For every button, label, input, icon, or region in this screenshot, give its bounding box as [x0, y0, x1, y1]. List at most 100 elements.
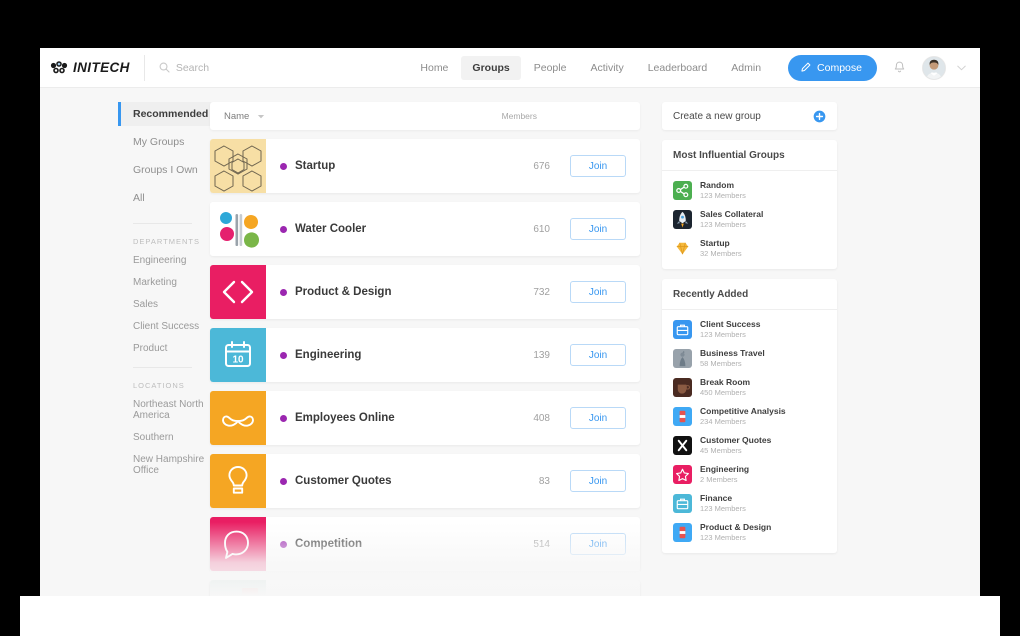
- avatar[interactable]: [922, 55, 946, 80]
- status-dot: [280, 288, 287, 296]
- group-name: Water Cooler: [295, 223, 367, 235]
- sidebar-heading-departments: DEPARTMENTS: [133, 237, 200, 246]
- table-row[interactable]: Water Cooler 610 Join: [210, 202, 640, 256]
- join-button[interactable]: Join: [570, 533, 626, 555]
- soda-can-icon: [673, 406, 692, 426]
- item-text: Product & Design 123 Members: [700, 522, 771, 542]
- status-dot: [280, 225, 287, 233]
- list-item[interactable]: Sales Collateral 123 Members: [673, 209, 826, 229]
- table-row[interactable]: Join: [210, 580, 640, 596]
- list-item[interactable]: Competitive Analysis 234 Members: [673, 406, 826, 426]
- group-icon-employees-online: [210, 391, 266, 445]
- group-icon-customer-quotes: [673, 435, 692, 455]
- group-icon-business-travel: [673, 348, 692, 368]
- speech-bubble-icon: [210, 517, 266, 571]
- sidebar-item-southern[interactable]: Southern: [118, 432, 210, 443]
- nav-item-leaderboard[interactable]: Leaderboard: [637, 56, 719, 80]
- group-name: Product & Design: [700, 522, 772, 532]
- join-button[interactable]: Join: [570, 407, 626, 429]
- member-count: 450 Members: [700, 387, 746, 397]
- briefcase-icon: [673, 493, 692, 513]
- caret-down-icon[interactable]: [257, 114, 265, 119]
- sidebar-item-groups-i-own[interactable]: Groups I Own: [118, 158, 210, 182]
- list-item[interactable]: Random 123 Members: [673, 180, 826, 200]
- sidebar-item-product[interactable]: Product: [118, 343, 210, 354]
- account-menu-button[interactable]: [955, 63, 968, 73]
- group-name: Competitive Analysis: [700, 406, 786, 416]
- right-sidebar: Create a new group Most Influential Grou…: [662, 102, 837, 596]
- influential-list: Random 123 Members Sales Collateral 123 …: [662, 171, 837, 269]
- row-content: Water Cooler 610: [266, 202, 550, 256]
- list-item[interactable]: Customer Quotes 45 Members: [673, 435, 826, 455]
- sidebar-item-northeast-north-america[interactable]: Northeast North America: [118, 399, 210, 421]
- sidebar-item-all[interactable]: All: [118, 186, 210, 210]
- item-text: Break Room 450 Members: [700, 377, 750, 397]
- group-icon-random: [673, 180, 692, 200]
- list-item[interactable]: Business Travel 58 Members: [673, 348, 826, 368]
- hexagons-icon: [210, 139, 266, 193]
- row-content: [266, 580, 550, 596]
- pencil-icon: [801, 62, 811, 72]
- list-item[interactable]: Product & Design 123 Members: [673, 522, 826, 542]
- member-count: 123 Members: [700, 219, 746, 229]
- petals-icon: [210, 202, 266, 256]
- panel-title-influential: Most Influential Groups: [662, 140, 837, 171]
- search-input[interactable]: [175, 61, 326, 74]
- group-icon-water-cooler: [210, 202, 266, 256]
- row-content: Employees Online 408: [266, 391, 550, 445]
- nav-item-admin[interactable]: Admin: [720, 56, 772, 80]
- sidebar-item-my-groups[interactable]: My Groups: [118, 130, 210, 154]
- sidebar-item-marketing[interactable]: Marketing: [118, 277, 210, 288]
- table-row[interactable]: Customer Quotes 83 Join: [210, 454, 640, 508]
- sidebar-item-sales[interactable]: Sales: [118, 299, 210, 310]
- group-rows: Startup 676 Join Water Cooler 610 Join P…: [210, 139, 640, 596]
- list-item[interactable]: Startup 32 Members: [673, 238, 826, 258]
- nav-item-groups[interactable]: Groups: [461, 55, 521, 80]
- list-item[interactable]: Finance 123 Members: [673, 493, 826, 513]
- status-dot: [280, 540, 287, 548]
- search-box[interactable]: [143, 54, 344, 81]
- group-name: Startup: [295, 160, 336, 172]
- list-item[interactable]: Break Room 450 Members: [673, 377, 826, 397]
- sidebar-item-new-hampshire-office[interactable]: New Hampshire Office: [118, 454, 210, 476]
- sidebar-item-client-success[interactable]: Client Success: [118, 321, 210, 332]
- column-header-name[interactable]: Name: [224, 111, 249, 122]
- status-dot: [280, 414, 287, 422]
- group-name: Finance: [700, 493, 733, 503]
- member-count: 123 Members: [700, 532, 746, 542]
- nav-item-home[interactable]: Home: [409, 56, 459, 80]
- join-button[interactable]: Join: [570, 281, 626, 303]
- join-button[interactable]: Join: [570, 470, 626, 492]
- create-new-group-button[interactable]: Create a new group: [662, 102, 837, 130]
- soda-can-icon: [673, 522, 692, 542]
- table-row[interactable]: Startup 676 Join: [210, 139, 640, 193]
- brand-logo[interactable]: INITECH: [50, 60, 144, 75]
- join-button[interactable]: Join: [570, 155, 626, 177]
- notifications-button[interactable]: [891, 59, 908, 77]
- table-row[interactable]: 10 Engineering 139 Join: [210, 328, 640, 382]
- table-row[interactable]: Product & Design 732 Join: [210, 265, 640, 319]
- plus-circle-icon[interactable]: [813, 110, 826, 123]
- sidebar-item-engineering[interactable]: Engineering: [118, 255, 210, 266]
- table-row[interactable]: Employees Online 408 Join: [210, 391, 640, 445]
- briefcase-icon: [673, 319, 692, 339]
- item-text: Finance 123 Members: [700, 493, 746, 513]
- nav-item-people[interactable]: People: [523, 56, 578, 80]
- group-icon-product-design: [673, 522, 692, 542]
- compose-button[interactable]: Compose: [788, 54, 877, 81]
- app-window: INITECH Home Groups People Activity Lead…: [40, 48, 980, 596]
- bell-icon: [894, 61, 905, 72]
- statue-icon: [673, 348, 692, 368]
- join-button[interactable]: Join: [570, 218, 626, 240]
- member-count: 234 Members: [700, 416, 746, 426]
- member-count: 514: [533, 538, 550, 550]
- group-icon-client-success: [673, 319, 692, 339]
- table-row[interactable]: Competition 514 Join: [210, 517, 640, 571]
- rocket-icon: [673, 209, 692, 229]
- sidebar-heading-locations: LOCATIONS: [133, 381, 185, 390]
- group-name: Customer Quotes: [700, 435, 772, 445]
- nav-item-activity[interactable]: Activity: [579, 56, 634, 80]
- join-button[interactable]: Join: [570, 344, 626, 366]
- list-item[interactable]: Client Success 123 Members: [673, 319, 826, 339]
- list-item[interactable]: Engineering 2 Members: [673, 464, 826, 484]
